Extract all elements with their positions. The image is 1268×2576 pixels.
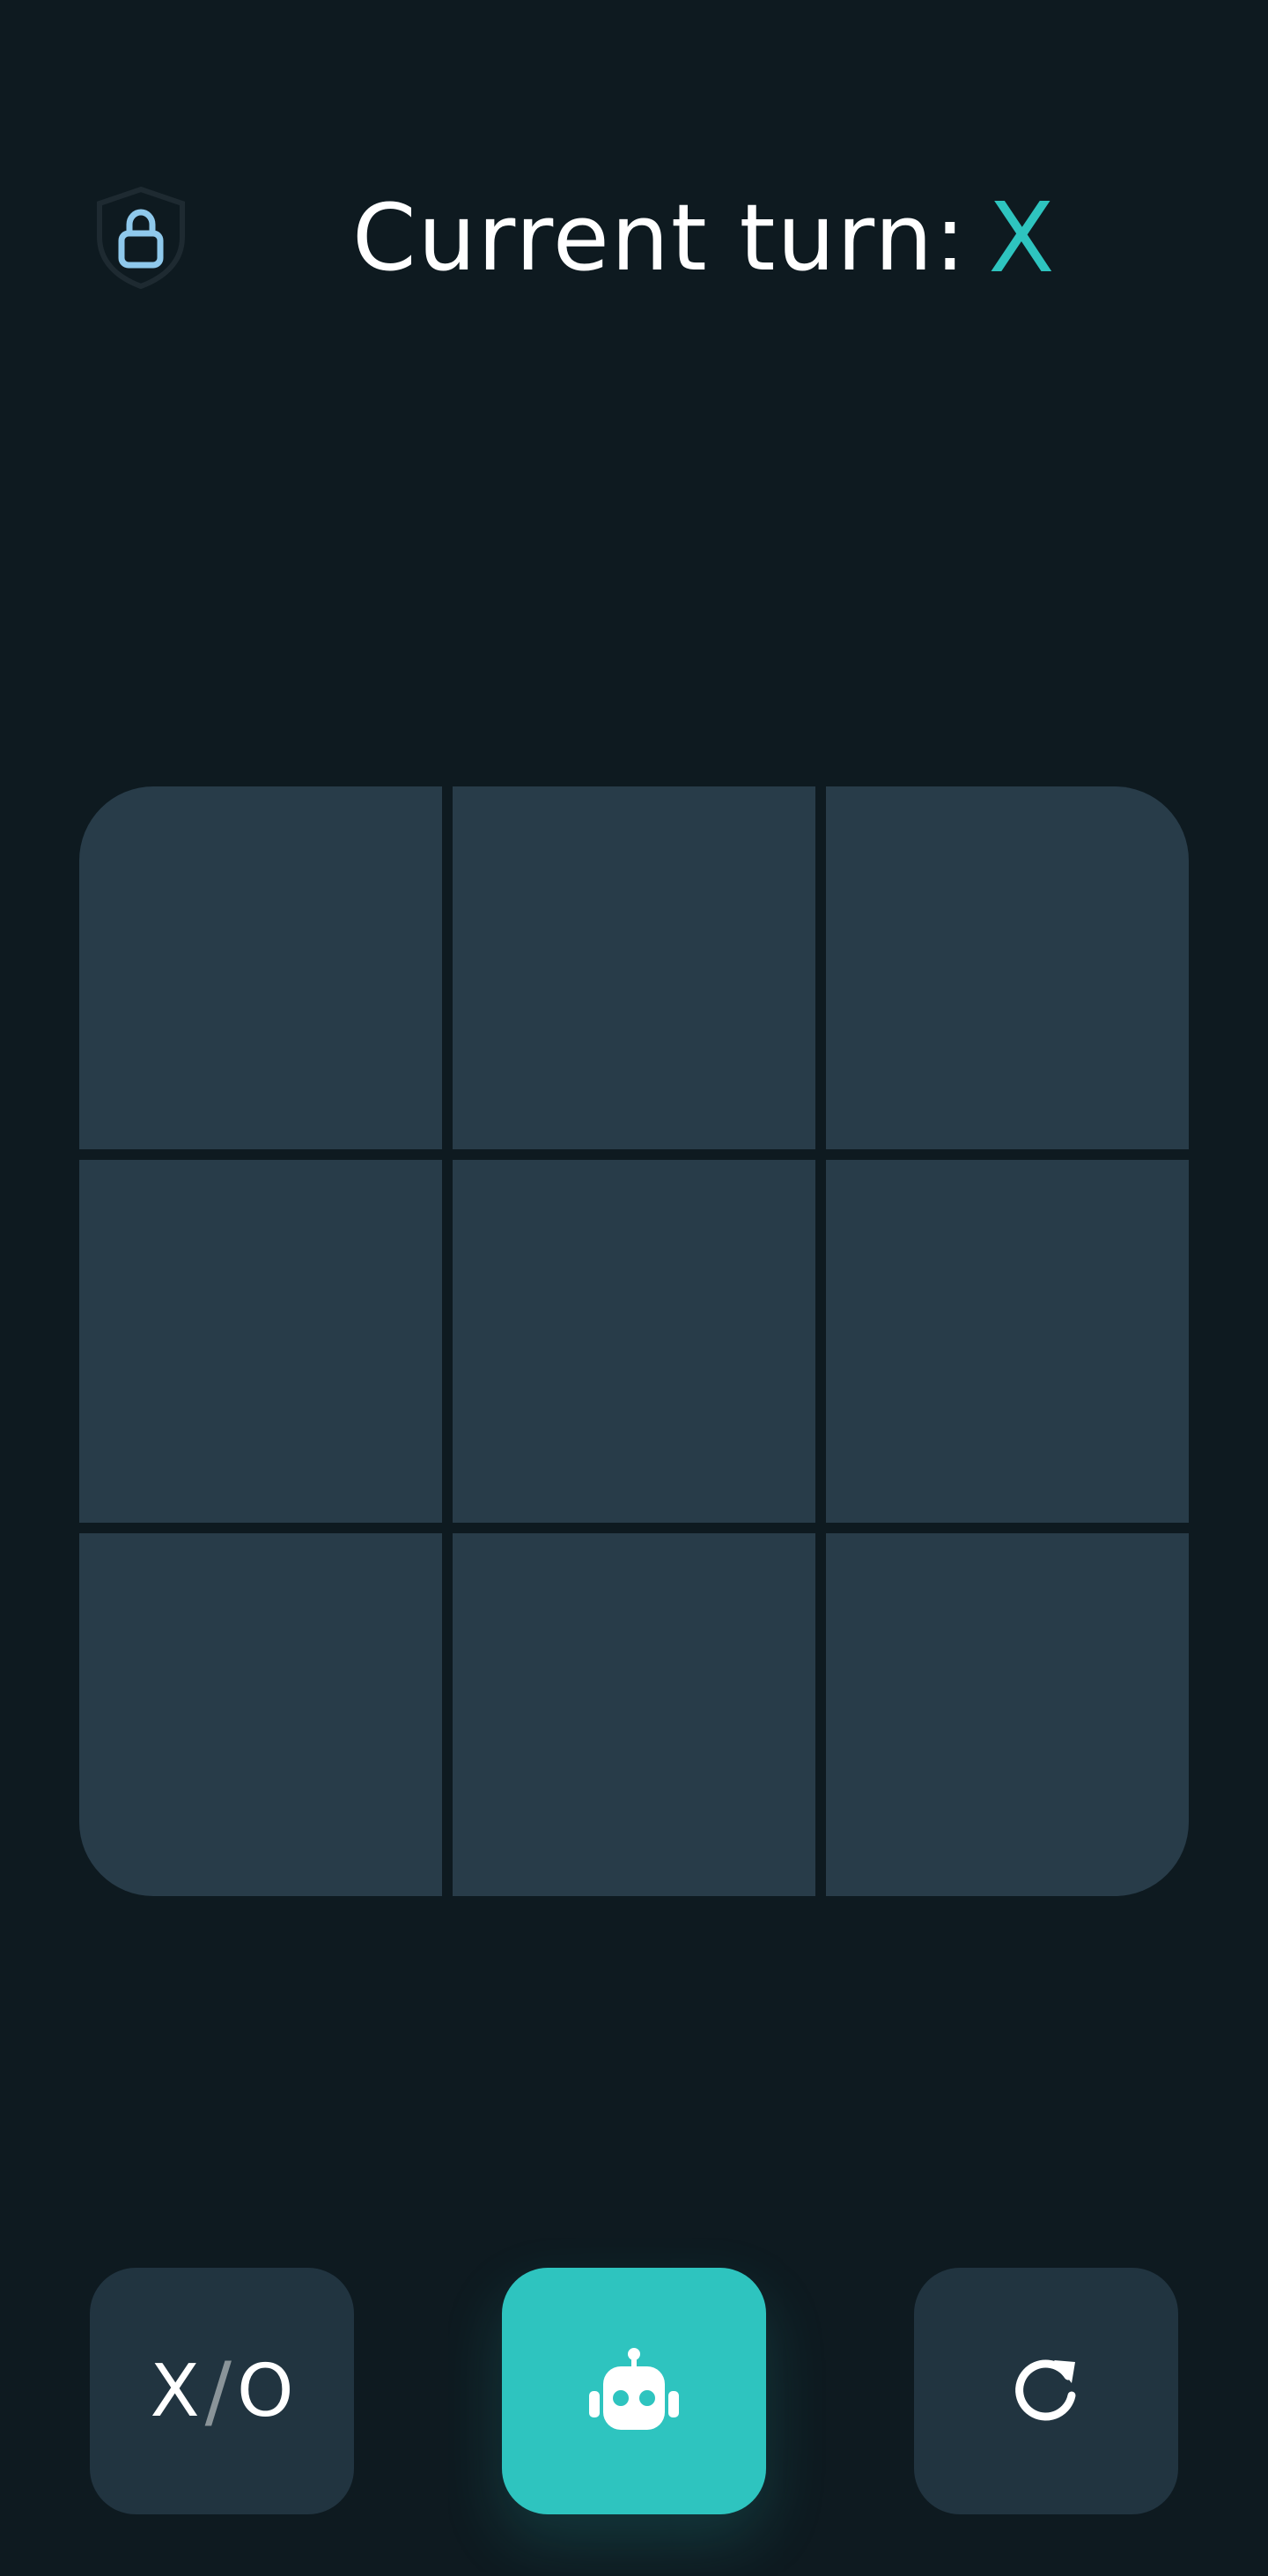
mode-separator: / (204, 2344, 232, 2438)
game-header: Current turn: X (88, 176, 1057, 299)
privacy-shield-icon[interactable] (88, 181, 194, 295)
board-cell-2[interactable] (453, 786, 815, 1149)
robot-icon (587, 2347, 681, 2435)
refresh-icon (1008, 2351, 1084, 2431)
game-board (79, 786, 1189, 1896)
board-cell-9[interactable] (826, 1533, 1189, 1896)
board-cell-6[interactable] (826, 1160, 1189, 1523)
turn-indicator: Current turn: X (352, 181, 1057, 294)
mode-o: O (236, 2349, 294, 2433)
player-mode-button[interactable]: X / O (90, 2268, 354, 2514)
board-cell-1[interactable] (79, 786, 442, 1149)
bottom-controls: X / O (0, 2268, 1268, 2514)
board-cell-8[interactable] (453, 1533, 815, 1896)
reset-button[interactable] (914, 2268, 1178, 2514)
ai-opponent-button[interactable] (502, 2268, 766, 2514)
player-mode-label: X / O (150, 2345, 293, 2438)
board-cell-3[interactable] (826, 786, 1189, 1149)
board-cell-7[interactable] (79, 1533, 442, 1896)
board-cell-4[interactable] (79, 1160, 442, 1523)
current-player: X (988, 181, 1057, 294)
board-cell-5[interactable] (453, 1160, 815, 1523)
turn-label: Current turn: (352, 184, 968, 292)
mode-x: X (150, 2349, 200, 2433)
